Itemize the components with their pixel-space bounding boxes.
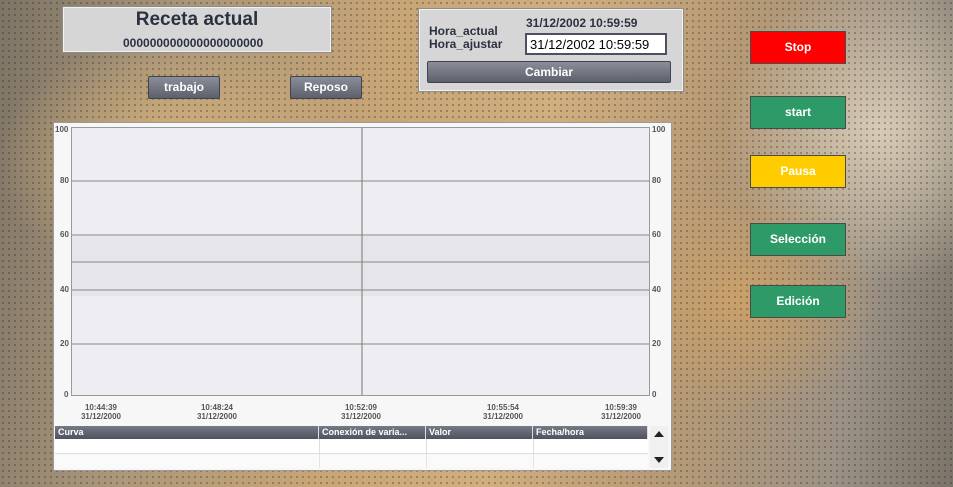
scroll-arrows [654, 431, 664, 463]
y-tick-left: 40 [60, 285, 69, 294]
x-tick-label: 10:52:09 31/12/2000 [340, 403, 382, 421]
y-tick-right: 60 [652, 230, 661, 239]
y-tick-left: 0 [64, 390, 69, 399]
table-row[interactable] [55, 439, 648, 454]
recipe-title: Receta actual [135, 9, 259, 30]
column-divider [319, 439, 320, 453]
time-panel: Hora_actual 31/12/2002 10:59:59 Hora_aju… [418, 8, 684, 92]
change-time-button[interactable]: Cambiar [427, 61, 671, 83]
pause-button[interactable]: Pausa [750, 155, 846, 188]
column-divider [533, 454, 534, 468]
edition-button[interactable]: Edición [750, 285, 846, 318]
start-button[interactable]: start [750, 96, 846, 129]
x-tick-label: 10:55:54 31/12/2000 [482, 403, 524, 421]
column-divider [426, 454, 427, 468]
y-tick-right: 100 [652, 125, 666, 134]
column-divider [319, 454, 320, 468]
recipe-panel: Receta actual 000000000000000000000 [62, 6, 332, 53]
x-tick-label: 10:59:39 31/12/2000 [600, 403, 642, 421]
y-tick-left: 80 [60, 176, 69, 185]
y-tick-left: 100 [55, 125, 69, 134]
selection-button[interactable]: Selección [750, 223, 846, 256]
current-time-value: 31/12/2002 10:59:59 [526, 16, 638, 30]
y-tick-left: 20 [60, 339, 69, 348]
table-header-curve[interactable]: Curva [55, 426, 319, 439]
trend-view: 100 80 60 40 20 0 100 80 60 40 20 0 10:4… [53, 122, 672, 471]
y-tick-right: 20 [652, 339, 661, 348]
trend-plot-area [71, 127, 650, 396]
work-button[interactable]: trabajo [148, 76, 220, 99]
y-tick-left: 60 [60, 230, 69, 239]
current-time-label: Hora_actual [429, 24, 498, 38]
column-divider [533, 439, 534, 453]
scroll-down-icon[interactable] [654, 457, 664, 463]
y-tick-right: 0 [652, 390, 657, 399]
x-tick-label: 10:44:39 31/12/2000 [80, 403, 122, 421]
x-tick-label: 10:48:24 31/12/2000 [196, 403, 238, 421]
adjust-time-input[interactable]: 31/12/2002 10:59:59 [525, 33, 667, 55]
rest-button[interactable]: Reposo [290, 76, 362, 99]
table-row[interactable] [55, 454, 648, 468]
table-header-datetime[interactable]: Fecha/hora [533, 426, 648, 439]
table-header-variable[interactable]: Conexión de varia... [319, 426, 426, 439]
recipe-code: 000000000000000000000 [123, 36, 264, 50]
table-header-value[interactable]: Valor [426, 426, 533, 439]
table-scrollbar[interactable] [650, 426, 668, 468]
trend-grid [72, 128, 649, 395]
scroll-up-icon[interactable] [654, 431, 664, 437]
adjust-time-label: Hora_ajustar [429, 37, 503, 51]
stop-button[interactable]: Stop [750, 31, 846, 64]
y-tick-right: 40 [652, 285, 661, 294]
y-tick-right: 80 [652, 176, 661, 185]
column-divider [426, 439, 427, 453]
